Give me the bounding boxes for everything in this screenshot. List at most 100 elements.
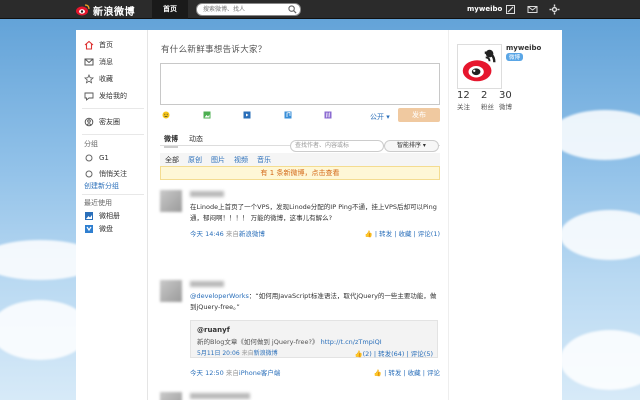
main-card: 首页 消息 收藏 发给我的 密友圈 分组 G1 悄悄关注 创建新分组 最近使用 … <box>76 30 562 400</box>
nav-item-favorites[interactable]: 收藏 <box>84 73 113 85</box>
comment-button[interactable]: 评论(1) <box>418 230 440 238</box>
profile-avatar[interactable] <box>457 44 502 89</box>
weibo-logo[interactable]: 新浪微博 <box>76 3 135 18</box>
weibo-logo-icon <box>462 49 496 82</box>
nav-item-label: G1 <box>99 154 109 162</box>
feed-actions: 👍 | 转发 | 收藏 | 评论 <box>373 369 440 377</box>
sort-dropdown[interactable]: 智能排序 ▾ <box>384 140 439 152</box>
feed-username-blurred[interactable] <box>190 393 250 399</box>
nav-item-close-friends[interactable]: 密友圈 <box>84 116 120 128</box>
like-icon[interactable]: 👍 <box>354 350 362 358</box>
quoted-time[interactable]: 5月11日 20:06 <box>197 350 240 357</box>
stat-label: 关注 <box>457 103 470 111</box>
mail-icon <box>84 58 94 66</box>
nav-recent-album[interactable]: 微相册 <box>84 210 120 222</box>
feed-filter-input[interactable]: 查找作者、内容或标 <box>290 140 384 152</box>
feed-time[interactable]: 今天 12:50 <box>190 369 224 377</box>
nav-divider <box>82 108 144 109</box>
feed-item <box>160 392 440 400</box>
video-icon[interactable] <box>243 111 251 119</box>
right-column: myweibo 微博 12 关注 2 粉丝 30 微博 <box>448 30 562 400</box>
feed-username-blurred[interactable] <box>190 191 224 197</box>
subtab-all[interactable]: 全部 <box>165 155 179 165</box>
feed-source[interactable]: iPhone客户端 <box>239 369 280 377</box>
compose-textarea[interactable] <box>160 63 440 105</box>
forward-button[interactable]: 转发 <box>379 230 392 238</box>
feed-actions: 👍 | 转发 | 收藏 | 评论(1) <box>364 230 440 238</box>
search-input[interactable] <box>197 4 287 15</box>
group-title: 分组 <box>84 140 98 148</box>
nav-home-tab[interactable]: 首页 <box>152 0 188 19</box>
album-icon <box>85 212 93 220</box>
new-posts-notice[interactable]: 有 1 条新微博，点击查看 <box>160 166 440 180</box>
tab-weibo[interactable]: 微博 <box>164 134 178 148</box>
avatar[interactable] <box>160 190 182 212</box>
avatar[interactable] <box>160 392 182 400</box>
quoted-likes[interactable]: (2) <box>363 350 372 358</box>
gear-icon[interactable] <box>549 4 560 15</box>
feed-subtabs: 全部 原创 图片 视频 音乐 <box>160 153 440 166</box>
avatar[interactable] <box>160 280 182 302</box>
edit-icon[interactable] <box>505 4 516 15</box>
nav-group-g1[interactable]: G1 <box>84 152 109 164</box>
subtab-videos[interactable]: 视频 <box>234 155 248 165</box>
profile-badge[interactable]: 微博 <box>506 53 524 61</box>
feed-source[interactable]: 新浪微博 <box>239 230 265 238</box>
stat-number: 2 <box>481 90 488 101</box>
subtab-original[interactable]: 原创 <box>188 155 202 165</box>
emoji-icon[interactable] <box>162 111 170 119</box>
cloud-decoration <box>560 210 640 260</box>
quoted-link[interactable]: http://t.cn/zTmpiQI <box>321 338 382 346</box>
quoted-text: 新的Blog文章《如何做到 jQuery-free?》 http://t.cn/… <box>197 336 382 346</box>
favorite-button[interactable]: 收藏 <box>398 230 411 238</box>
feed-username-blurred[interactable] <box>190 281 224 287</box>
nav-recent-disk[interactable]: 微盘 <box>84 223 113 235</box>
stat-posts[interactable]: 30 微博 <box>499 90 512 111</box>
cloud-decoration <box>560 330 640 390</box>
music-icon[interactable] <box>284 111 292 119</box>
nav-item-label: 微盘 <box>99 225 113 233</box>
top-bar: 新浪微博 首页 myweibo <box>0 0 640 19</box>
quoted-username[interactable]: @ruanyf <box>197 326 230 334</box>
stat-number: 30 <box>499 90 512 101</box>
stat-followers[interactable]: 2 粉丝 <box>481 90 494 111</box>
post-button[interactable]: 发布 <box>398 108 440 122</box>
quoted-actions: 👍(2) | 转发(64) | 评论(5) <box>354 350 433 358</box>
search-icon[interactable] <box>288 5 297 14</box>
comment-button[interactable]: 评论 <box>427 369 440 377</box>
mail-icon[interactable] <box>527 4 538 15</box>
like-icon[interactable]: 👍 <box>374 369 382 377</box>
nav-item-label: 收藏 <box>99 75 113 83</box>
feed-item: @developerWorks：“如何用JavaScript标准语法，取代jQu… <box>160 250 440 377</box>
feed-text: @developerWorks：“如何用JavaScript标准语法，取代jQu… <box>190 291 440 313</box>
visibility-label: 公开 <box>370 113 384 121</box>
nav-item-messages[interactable]: 消息 <box>84 56 113 68</box>
favorite-button[interactable]: 收藏 <box>408 369 421 377</box>
quoted-source[interactable]: 新浪微博 <box>254 350 278 357</box>
subtab-music[interactable]: 音乐 <box>257 155 271 165</box>
nav-group-secret[interactable]: 悄悄关注 <box>84 168 127 180</box>
image-icon[interactable] <box>203 111 211 119</box>
disk-icon <box>85 225 93 233</box>
stat-label: 微博 <box>499 103 512 111</box>
subtab-images[interactable]: 图片 <box>211 155 225 165</box>
top-username[interactable]: myweibo <box>467 0 502 19</box>
profile-name[interactable]: myweibo <box>506 44 541 52</box>
search-box[interactable] <box>196 3 301 16</box>
quoted-post: @ruanyf 新的Blog文章《如何做到 jQuery-free?》 http… <box>190 320 438 358</box>
stat-following[interactable]: 12 关注 <box>457 90 470 111</box>
nav-item-label: 发给我的 <box>99 92 127 100</box>
left-nav: 首页 消息 收藏 发给我的 密友圈 分组 G1 悄悄关注 创建新分组 最近使用 … <box>76 30 148 400</box>
feed-time[interactable]: 今天 14:46 <box>190 230 224 238</box>
quoted-forward[interactable]: 转发(64) <box>378 350 404 358</box>
tab-activity[interactable]: 动态 <box>189 134 203 144</box>
visibility-select[interactable]: 公开 ▾ <box>370 112 390 122</box>
nav-item-to-me[interactable]: 发给我的 <box>84 90 127 102</box>
nav-item-home[interactable]: 首页 <box>84 39 113 51</box>
quoted-comment[interactable]: 评论(5) <box>411 350 433 358</box>
like-icon[interactable]: 👍 <box>365 230 373 238</box>
create-group-link[interactable]: 创建新分组 <box>84 181 119 191</box>
forward-button[interactable]: 转发 <box>388 369 401 377</box>
mention-link[interactable]: @developerWorks <box>190 292 249 300</box>
topic-icon[interactable] <box>324 111 332 119</box>
